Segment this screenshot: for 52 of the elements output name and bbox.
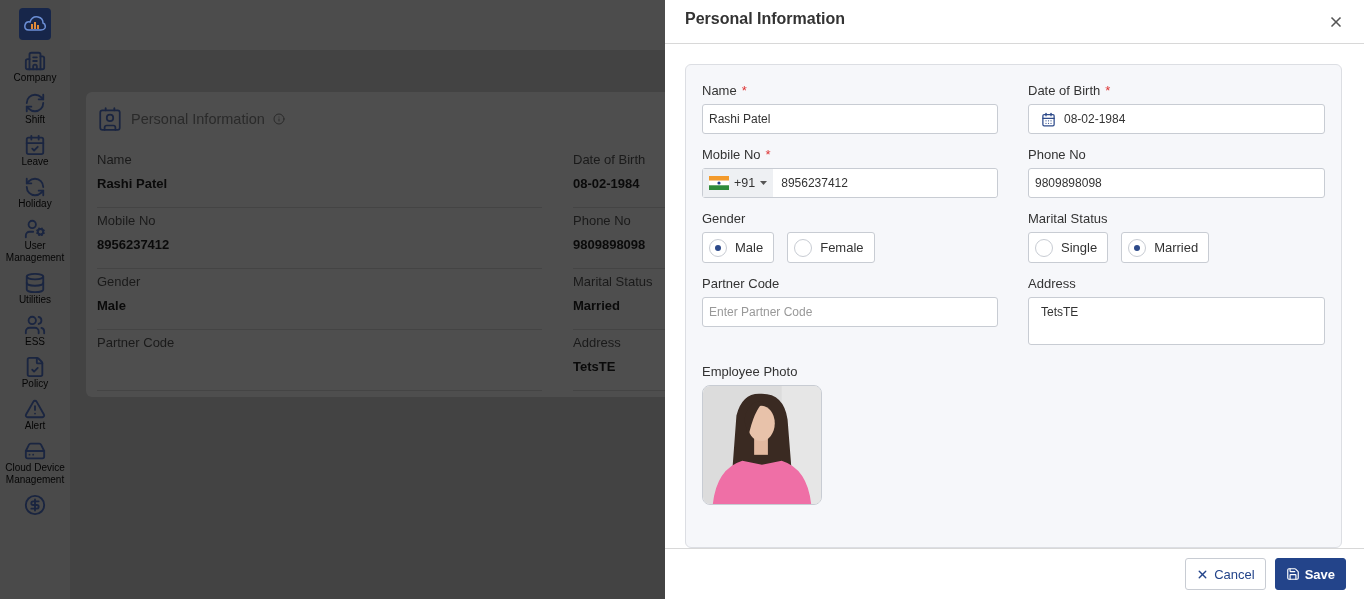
radio-label: Married <box>1154 240 1199 255</box>
field-value: Male <box>97 298 126 313</box>
database-icon <box>24 272 46 294</box>
input-field[interactable]: 9809898098 <box>1028 168 1325 198</box>
radio-label: Single <box>1061 240 1098 255</box>
alert-icon <box>24 398 46 420</box>
phone-field[interactable]: +91 8956237412 <box>702 168 998 198</box>
calendar-icon <box>1041 111 1056 127</box>
drive-icon <box>24 440 46 462</box>
radio-option[interactable]: Married <box>1121 232 1210 263</box>
field-value: 9809898098 <box>573 237 646 252</box>
field-label: Gender <box>702 211 746 226</box>
country-code-select[interactable]: +91 <box>703 169 774 197</box>
required-mark: * <box>1105 83 1111 98</box>
field-label: Name <box>702 83 737 98</box>
flag-icon <box>709 176 729 190</box>
field-value: Rashi Patel <box>97 176 168 191</box>
field-label: Phone No <box>1028 147 1086 162</box>
field-label: Employee Photo <box>702 364 798 379</box>
company-icon <box>24 50 46 72</box>
field-value: 08-02-1984 <box>573 176 640 191</box>
input-field[interactable]: Rashi Patel <box>702 104 998 134</box>
field-value: TetsTE <box>573 359 616 374</box>
radio-label: Female <box>820 240 864 255</box>
info-icon <box>272 113 285 125</box>
save-icon <box>1285 567 1300 581</box>
document-icon <box>24 356 46 378</box>
date-field[interactable]: 08-02-1984 <box>1028 104 1325 134</box>
radio-option[interactable]: Single <box>1028 232 1109 263</box>
save-button[interactable]: Save <box>1274 558 1346 590</box>
user-settings-icon <box>24 218 46 240</box>
cancel-button[interactable]: Cancel <box>1185 558 1266 590</box>
logo-icon[interactable] <box>19 8 51 40</box>
field-label: Date of Birth <box>1028 83 1101 98</box>
radio-option[interactable]: Male <box>702 232 775 263</box>
calendar-icon <box>24 134 46 156</box>
address-field[interactable]: TetsTE <box>1028 297 1325 345</box>
field-label: Marital Status <box>1028 211 1108 226</box>
field-value: Married <box>573 298 620 313</box>
required-mark: * <box>741 83 747 98</box>
drawer-title: Personal Information <box>685 10 846 28</box>
field-label: Address <box>1028 276 1076 291</box>
input-field[interactable]: Enter Partner Code <box>702 297 998 327</box>
radio-label: Male <box>735 240 764 255</box>
field-label: Partner Code <box>702 276 780 291</box>
users-icon <box>24 314 46 336</box>
required-mark: * <box>765 147 771 162</box>
field-value: 8956237412 <box>97 237 170 252</box>
contact-card-icon <box>97 106 123 132</box>
caret-icon <box>760 181 768 185</box>
field-label: Mobile No <box>702 147 761 162</box>
radio-option[interactable]: Female <box>787 232 875 263</box>
